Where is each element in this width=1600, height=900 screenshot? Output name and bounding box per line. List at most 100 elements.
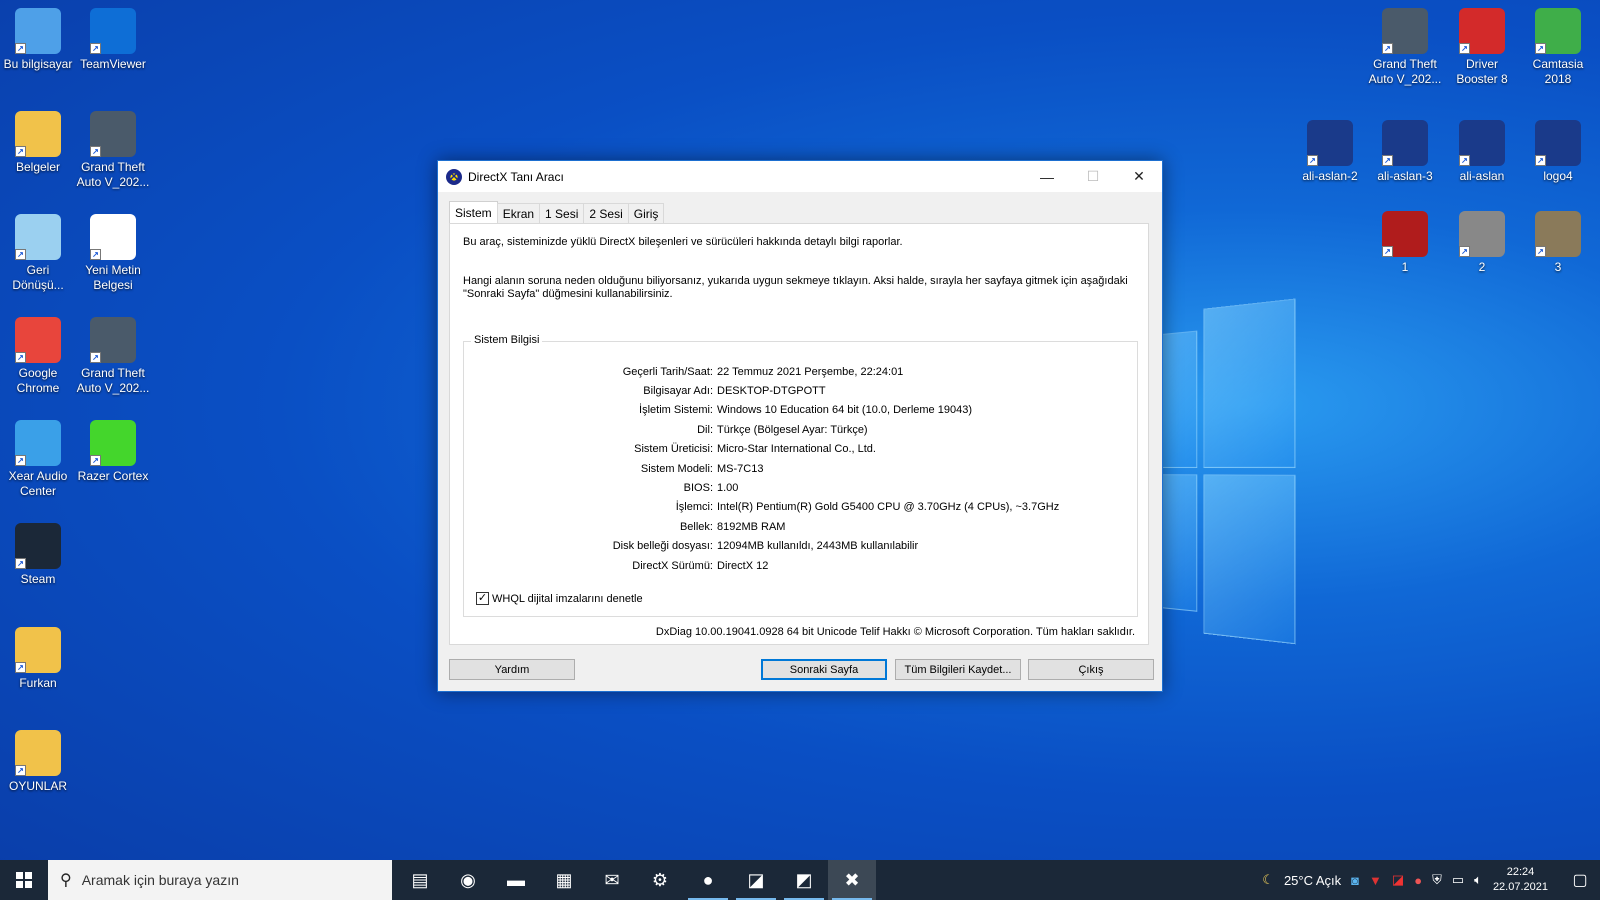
image-icon: ↗ bbox=[1535, 211, 1581, 257]
taskbar-apps: ▤ ◉ ▬ ▦ ✉ ⚙ ● ◪ ◩ ✖ bbox=[396, 860, 876, 900]
desktop-icon-label: Grand Theft Auto V_202... bbox=[76, 366, 150, 395]
maximize-button[interactable]: ☐ bbox=[1070, 161, 1116, 192]
weather-text[interactable]: 25°C Açık bbox=[1284, 873, 1341, 888]
taskbar-app-red-button[interactable]: ◩ bbox=[780, 860, 828, 900]
help-button[interactable]: Yardım bbox=[449, 659, 575, 680]
desktop-icon-l-12[interactable]: ↗ OYUNLAR bbox=[0, 730, 76, 794]
desktop-icon-r-0[interactable]: ↗ Grand Theft Auto V_202... bbox=[1367, 8, 1443, 87]
tab-ses-2[interactable]: 2 Sesi bbox=[583, 203, 629, 223]
taskbar-edge-button[interactable]: ◉ bbox=[444, 860, 492, 900]
instructions-text: Hangi alanın soruna neden olduğunu biliy… bbox=[463, 275, 1128, 300]
checkbox-checkmark-icon[interactable]: ✓ bbox=[476, 592, 489, 605]
taskbar-store-button[interactable]: ▦ bbox=[540, 860, 588, 900]
info-row: Bilgisayar Adı: DESKTOP-DTGPOTT bbox=[464, 381, 1137, 400]
desktop-icon-l-11[interactable]: ↗ Furkan bbox=[0, 627, 76, 691]
desktop-icon-l-6[interactable]: ↗ Google Chrome bbox=[0, 317, 76, 396]
exit-button[interactable]: Çıkış bbox=[1028, 659, 1154, 680]
volume-icon[interactable]: 🔈︎ bbox=[1474, 872, 1482, 888]
desktop-icon-l-1[interactable]: ↗ TeamViewer bbox=[75, 8, 151, 72]
shortcut-arrow-icon: ↗ bbox=[1459, 43, 1470, 54]
minimize-button[interactable]: — bbox=[1024, 161, 1070, 192]
dxdiag-window: ✕ DirectX Tanı Aracı — ☐ ✕ Sistem Ekran … bbox=[437, 160, 1163, 692]
image-icon: ↗ bbox=[1307, 120, 1353, 166]
taskbar-driver-booster-button[interactable]: ⚙ bbox=[636, 860, 684, 900]
desktop-icon-label: ali-aslan-3 bbox=[1377, 169, 1433, 183]
info-key: Disk belleği dosyası: bbox=[612, 540, 713, 553]
desktop-icon-label: Yeni Metin Belgesi bbox=[85, 263, 141, 292]
desktop-icon-r-5[interactable]: ↗ ali-aslan bbox=[1444, 120, 1520, 184]
image-icon: ↗ bbox=[1382, 120, 1428, 166]
save-all-button[interactable]: Tüm Bilgileri Kaydet... bbox=[895, 659, 1021, 680]
desktop-icon-label: ali-aslan-2 bbox=[1302, 169, 1358, 183]
tab-ekran[interactable]: Ekran bbox=[496, 203, 541, 223]
clock[interactable]: 22:24 22.07.2021 bbox=[1493, 865, 1548, 895]
moon-weather-icon[interactable]: ☾ bbox=[1262, 872, 1274, 888]
desktop-icon-label: Grand Theft Auto V_202... bbox=[76, 160, 150, 189]
tray-security-icon[interactable]: ⛨ bbox=[1432, 872, 1442, 888]
tray-app-icon[interactable]: ◙ bbox=[1351, 873, 1359, 888]
desktop-icon-l-8[interactable]: ↗ Xear Audio Center bbox=[0, 420, 76, 499]
gta-video-icon: ↗ bbox=[90, 111, 136, 157]
camtasia-icon: ↗ bbox=[1535, 8, 1581, 54]
network-icon[interactable]: ▭ bbox=[1452, 872, 1464, 888]
info-key: DirectX Sürümü: bbox=[632, 559, 713, 572]
desktop-icon-l-4[interactable]: ↗ Geri Dönüşü... bbox=[0, 214, 76, 293]
desktop-icon-r-2[interactable]: ↗ Camtasia 2018 bbox=[1520, 8, 1596, 87]
tab-sistem[interactable]: Sistem bbox=[449, 201, 498, 223]
store-icon: ▦ bbox=[555, 869, 573, 890]
notification-icon[interactable]: ▢ bbox=[1560, 870, 1600, 890]
shortcut-arrow-icon: ↗ bbox=[15, 352, 26, 363]
taskbar: ⚲ Aramak için buraya yazın ▤ ◉ ▬ ▦ ✉ ⚙ ● ◪ ◩ ✖ ☾ … bbox=[0, 860, 1600, 900]
tab-ses-1[interactable]: 1 Sesi bbox=[539, 203, 585, 223]
close-button[interactable]: ✕ bbox=[1116, 161, 1162, 192]
desktop-icon-label: Driver Booster 8 bbox=[1456, 57, 1508, 86]
tab-strip: Sistem Ekran 1 Sesi 2 Sesi Giriş bbox=[449, 201, 665, 223]
taskbar-search-box[interactable]: ⚲ Aramak için buraya yazın bbox=[48, 860, 392, 900]
next-page-button[interactable]: Sonraki Sayfa bbox=[761, 659, 887, 680]
desktop-icon-l-10[interactable]: ↗ Steam bbox=[0, 523, 76, 587]
desktop-icon-l-5[interactable]: ↗ Yeni Metin Belgesi bbox=[75, 214, 151, 293]
tray-record-icon[interactable]: ● bbox=[1414, 873, 1422, 888]
desktop-icon-l-9[interactable]: ↗ Razer Cortex bbox=[75, 420, 151, 484]
shortcut-arrow-icon: ↗ bbox=[1382, 43, 1393, 54]
info-row: BIOS: 1.00 bbox=[464, 478, 1137, 497]
desktop-icon-l-0[interactable]: ↗ Bu bilgisayar bbox=[0, 8, 76, 72]
shortcut-arrow-icon: ↗ bbox=[1535, 43, 1546, 54]
desktop-icon-r-7[interactable]: ↗ 1 bbox=[1367, 211, 1443, 275]
tab-giris[interactable]: Giriş bbox=[627, 203, 665, 223]
desktop-icon-r-1[interactable]: ↗ Driver Booster 8 bbox=[1444, 8, 1520, 87]
desktop-icon-l-7[interactable]: ↗ Grand Theft Auto V_202... bbox=[75, 317, 151, 396]
info-value: Micro-Star International Co., Ltd. bbox=[717, 443, 876, 456]
desktop-icon-r-9[interactable]: ↗ 3 bbox=[1520, 211, 1596, 275]
desktop-icon-l-2[interactable]: ↗ Belgeler bbox=[0, 111, 76, 175]
title-bar[interactable]: ✕ DirectX Tanı Aracı — ☐ ✕ bbox=[438, 161, 1162, 192]
documents-folder-icon: ↗ bbox=[15, 111, 61, 157]
desktop-icon-label: Belgeler bbox=[15, 160, 61, 174]
taskbar-directx-button[interactable]: ✖ bbox=[828, 860, 876, 900]
shortcut-arrow-icon: ↗ bbox=[1459, 155, 1470, 166]
desktop-icon-label: TeamViewer bbox=[80, 57, 146, 71]
taskbar-task-view-button[interactable]: ▤ bbox=[396, 860, 444, 900]
info-row: Sistem Modeli: MS-7C13 bbox=[464, 459, 1137, 478]
tray-razer-icon[interactable]: ▼ bbox=[1369, 873, 1382, 888]
desktop-icon-r-4[interactable]: ↗ ali-aslan-3 bbox=[1367, 120, 1443, 184]
taskbar-chrome-button[interactable]: ● bbox=[684, 860, 732, 900]
desktop-icon-r-3[interactable]: ↗ ali-aslan-2 bbox=[1292, 120, 1368, 184]
desktop-icon-r-6[interactable]: ↗ logo4 bbox=[1520, 120, 1596, 184]
whql-checkbox[interactable]: ✓ WHQL dijital imzalarını denetle bbox=[476, 592, 643, 605]
desktop-icon-l-3[interactable]: ↗ Grand Theft Auto V_202... bbox=[75, 111, 151, 190]
taskbar-mail-button[interactable]: ✉ bbox=[588, 860, 636, 900]
games-folder-icon: ↗ bbox=[15, 730, 61, 776]
taskbar-amd-button[interactable]: ◪ bbox=[732, 860, 780, 900]
desktop-icon-label: Bu bilgisayar bbox=[3, 57, 73, 71]
taskbar-file-explorer-button[interactable]: ▬ bbox=[492, 860, 540, 900]
teamviewer-icon: ↗ bbox=[90, 8, 136, 54]
desktop-icon-label: ali-aslan bbox=[1459, 169, 1505, 183]
system-info-list: Geçerli Tarih/Saat: 22 Temmuz 2021 Perşem… bbox=[464, 362, 1137, 575]
info-key: Sistem Modeli: bbox=[640, 462, 713, 475]
info-key: Sistem Üreticisi: bbox=[634, 443, 713, 456]
tray-amd-icon[interactable]: ◪ bbox=[1392, 872, 1404, 888]
shortcut-arrow-icon: ↗ bbox=[90, 455, 101, 466]
start-button[interactable] bbox=[0, 860, 48, 900]
desktop-icon-r-8[interactable]: ↗ 2 bbox=[1444, 211, 1520, 275]
